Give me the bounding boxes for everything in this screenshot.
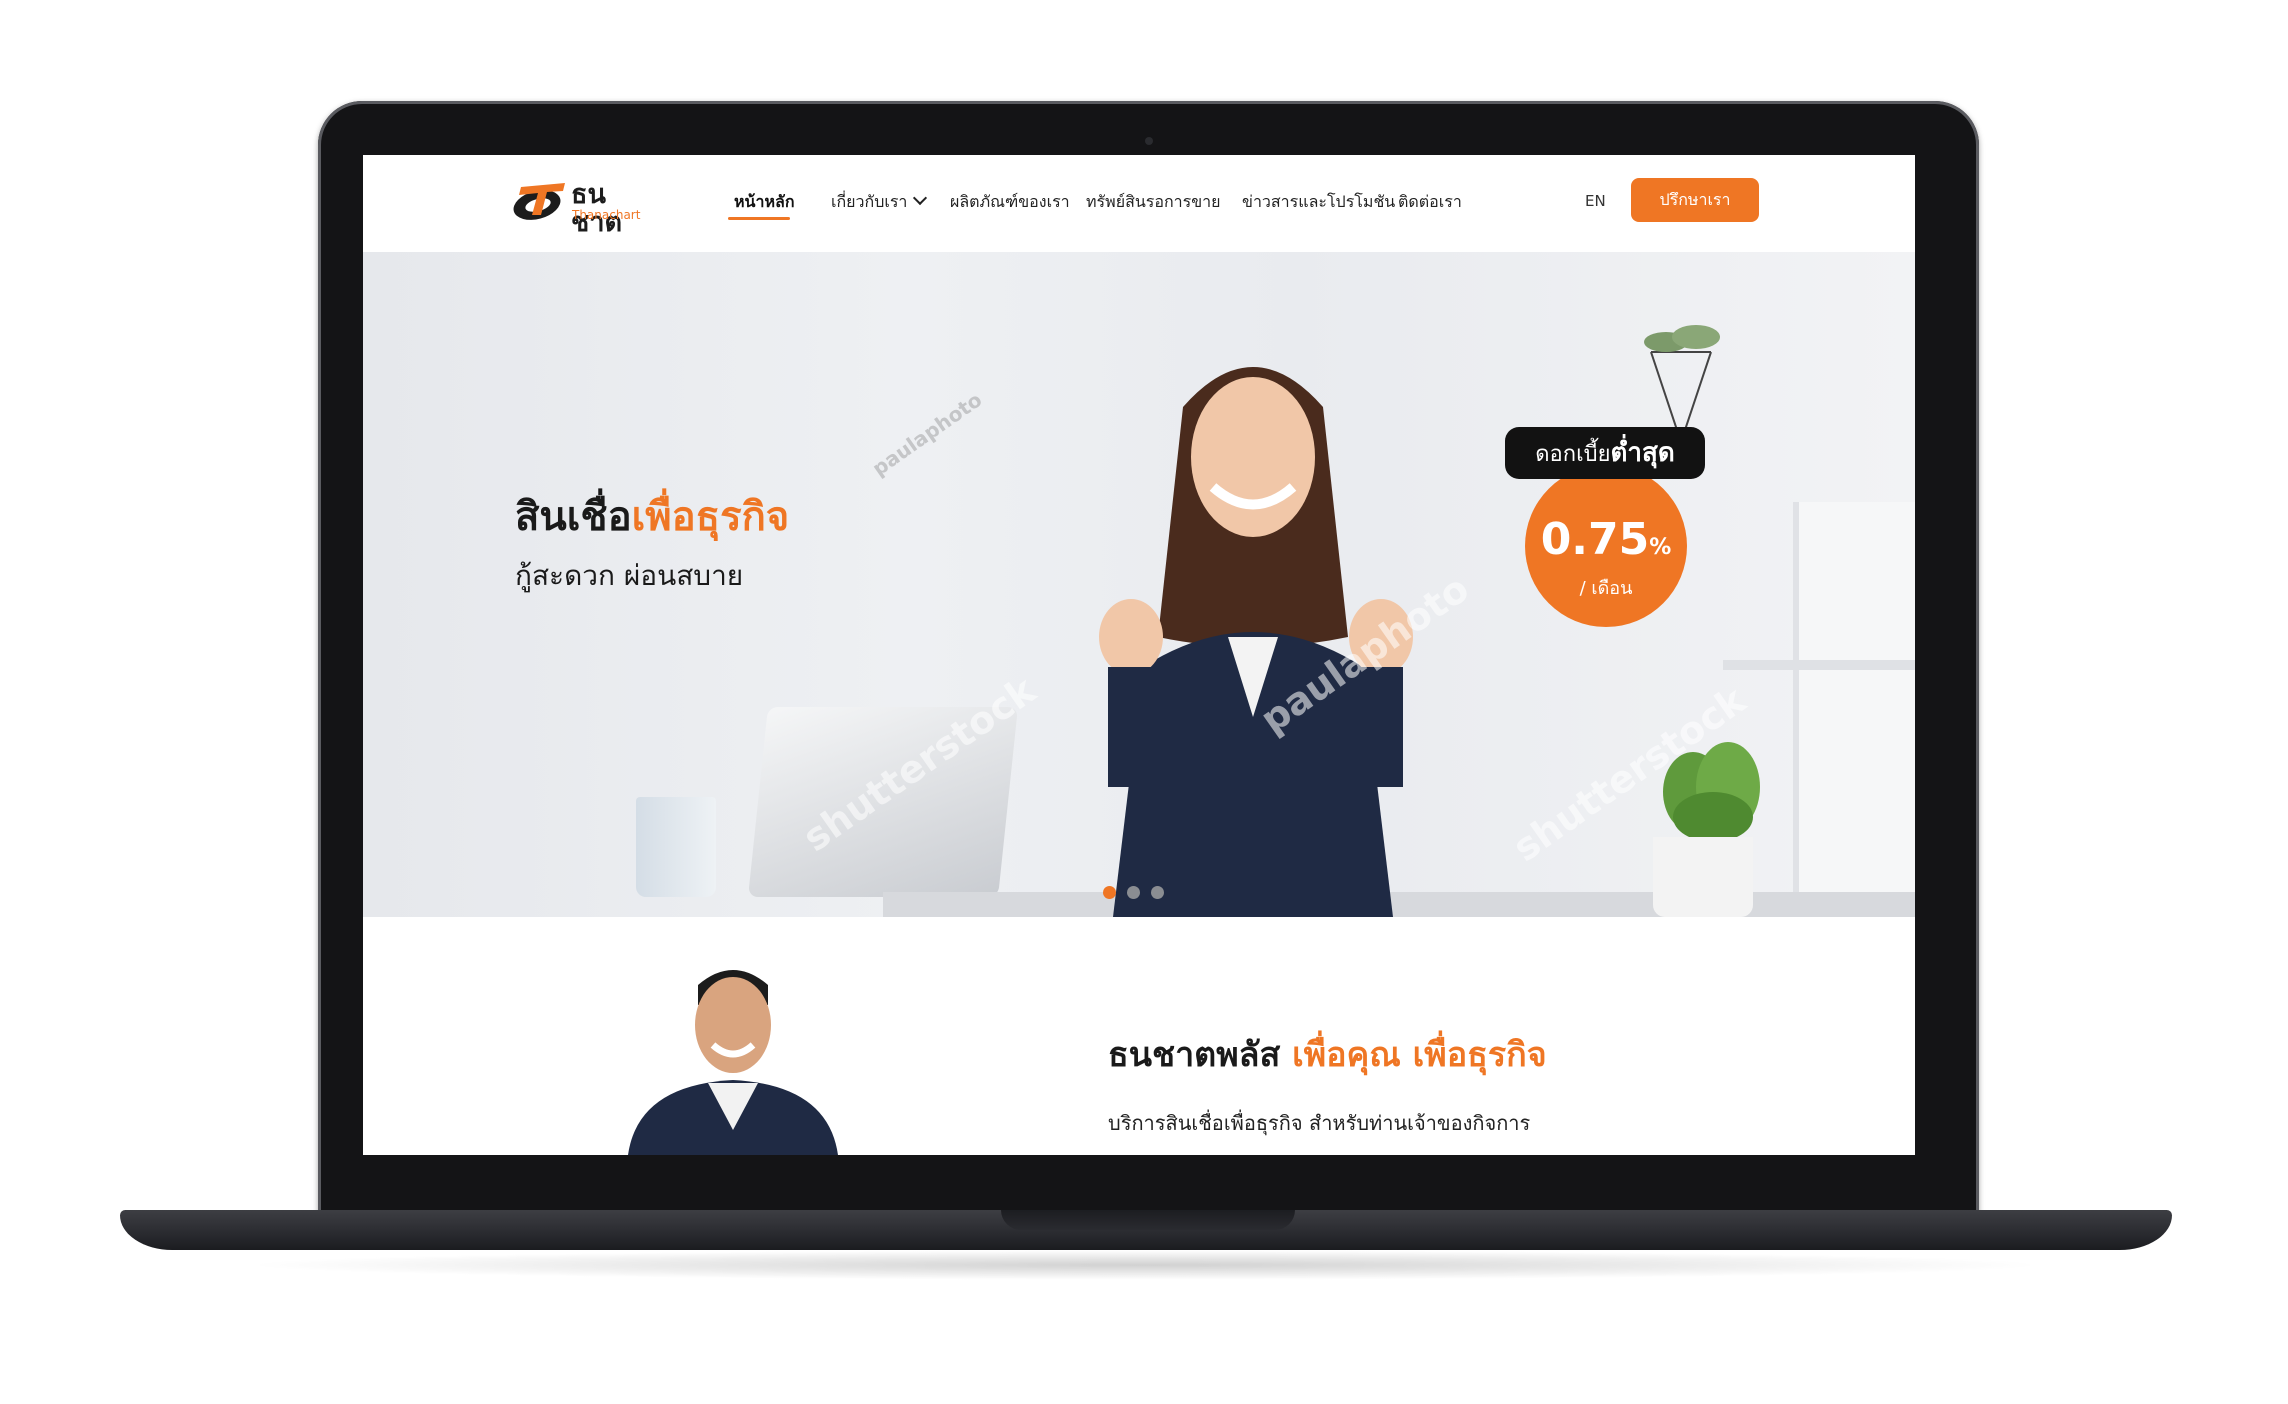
laptop-notch	[1001, 1210, 1295, 1230]
rate-unit: / เดือน	[1579, 578, 1633, 599]
carousel-dot-1[interactable]	[1103, 886, 1116, 899]
hero-banner: paulaphoto paulaphoto shutterstock shutt…	[363, 252, 1915, 917]
rate-value: 0.75%	[1525, 515, 1687, 573]
nav-contact[interactable]: ติดต่อเรา	[1398, 191, 1462, 213]
shelf-board	[1723, 660, 1915, 670]
hero-title-part2: เพื่อธุรกิจ	[631, 494, 790, 540]
section-description: บริการสินเชื่อเพื่อธุรกิจ สำหรับท่านเจ้า…	[1108, 1111, 1531, 1135]
rate-label: ดอกเบี้ยต่ำสุด	[1505, 427, 1705, 479]
plant-pot-image	[1653, 837, 1753, 917]
section-title-part1: ธนชาตพลัส	[1108, 1035, 1293, 1075]
nav-home[interactable]: หน้าหลัก	[734, 191, 795, 213]
watermark-text: paulaphoto	[867, 387, 987, 481]
carousel-dot-2[interactable]	[1127, 886, 1140, 899]
carousel-dot-3[interactable]	[1151, 886, 1164, 899]
chevron-down-icon	[913, 190, 928, 206]
carousel-dots	[1103, 886, 1164, 900]
logo-text-english: Thanachart	[572, 208, 641, 222]
hero-title: สินเชื่อเพื่อธุรกิจ	[515, 492, 789, 542]
nav-about-label: เกี่ยวกับเรา	[831, 192, 908, 211]
nav-products[interactable]: ผลิตภัณฑ์ของเรา	[950, 191, 1070, 213]
shelf-decoration	[1793, 502, 1915, 917]
hanging-plant-image	[1644, 325, 1720, 442]
language-toggle[interactable]: EN	[1585, 192, 1606, 210]
rate-label-part2: ต่ำสุด	[1610, 438, 1675, 468]
rate-number: 0.75	[1540, 514, 1650, 565]
rate-percent: %	[1649, 535, 1672, 560]
advisor-man-image	[628, 970, 838, 1155]
nav-active-underline	[728, 217, 790, 220]
consult-button[interactable]: ปรึกษาเรา	[1631, 178, 1759, 222]
hero-subtitle: กู้สะดวก ผ่อนสบาย	[515, 559, 744, 592]
rate-label-part1: ดอกเบี้ย	[1535, 442, 1611, 467]
section-title: ธนชาตพลัส เพื่อคุณ เพื่อธุรกิจ	[1108, 1033, 1547, 1077]
logo-mark-icon	[513, 183, 565, 220]
section-description-cutoff	[1108, 1145, 1528, 1155]
mug-image	[636, 797, 716, 897]
site-header: ธนชาต Thanachart หน้าหลัก เกี่ยวกับเรา ผ…	[363, 155, 1915, 252]
rate-circle: 0.75% / เดือน	[1525, 465, 1687, 627]
interest-rate-badge: ดอกเบี้ยต่ำสุด 0.75% / เดือน	[1505, 427, 1705, 627]
section-title-part2: เพื่อคุณ เพื่อธุรกิจ	[1292, 1035, 1547, 1075]
nav-about[interactable]: เกี่ยวกับเรา	[831, 190, 928, 213]
laptop-shadow	[240, 1250, 2050, 1280]
nav-assets[interactable]: ทรัพย์สินรอการขาย	[1086, 191, 1221, 213]
laptop-screen: ธนชาต Thanachart หน้าหลัก เกี่ยวกับเรา ผ…	[363, 155, 1915, 1155]
camera-icon	[1145, 137, 1153, 145]
nav-news[interactable]: ข่าวสารและโปรโมชัน	[1242, 191, 1395, 213]
hero-title-part1: สินเชื่อ	[515, 494, 632, 540]
thanachart-logo[interactable]: ธนชาต Thanachart	[511, 177, 651, 237]
